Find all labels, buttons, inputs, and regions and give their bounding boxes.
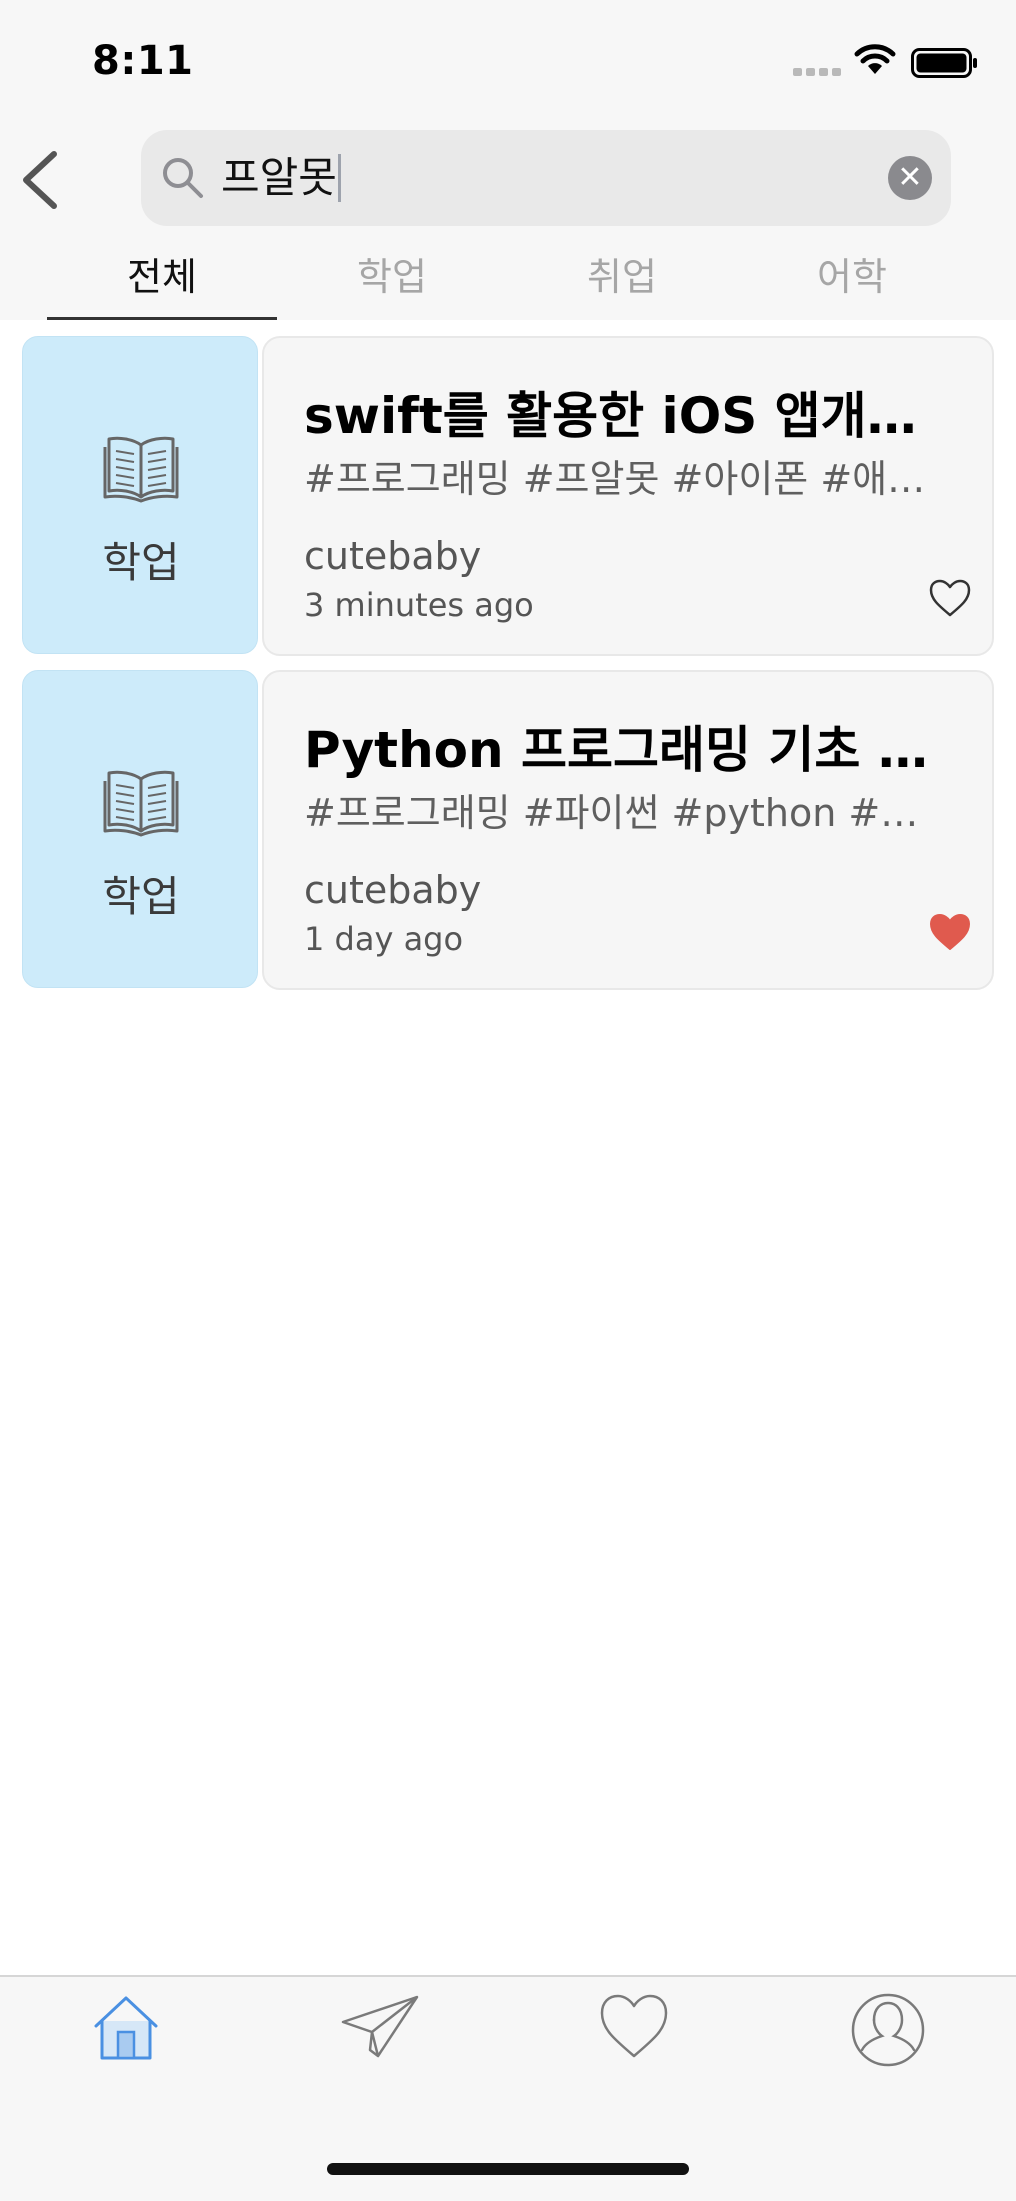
tab-label: 어학 [817,255,887,299]
post-title: swift를 활용한 iOS 앱개발 스터디 [304,387,934,445]
result-card[interactable]: Python 프로그래밍 기초 스터디 #프로그래밍 #파이썬 #python … [262,670,994,990]
home-icon[interactable] [90,1992,162,2064]
top-bar: 8:11 프알못 ✕ 전체 학업 취업 어학 [0,0,1016,320]
result-item[interactable]: 학업 Python 프로그래밍 기초 스터디 #프로그래밍 #파이썬 #pyth… [22,670,994,990]
battery-icon [911,48,977,78]
post-tags: #프로그래밍 #파이썬 #python #프알못 [304,791,934,835]
paper-plane-icon[interactable] [340,1992,420,2062]
post-author: cutebaby [304,534,482,578]
back-button[interactable] [18,150,62,210]
tab-label: 전체 [127,255,197,299]
profile-icon[interactable] [850,1992,926,2068]
post-time: 1 day ago [304,920,464,958]
result-card[interactable]: swift를 활용한 iOS 앱개발 스터디 #프로그래밍 #프알못 #아이폰 … [262,336,994,656]
search-bar[interactable]: 프알못 ✕ [141,130,951,226]
tab-employment[interactable]: 취업 [507,246,737,320]
result-item[interactable]: 학업 swift를 활용한 iOS 앱개발 스터디 #프로그래밍 #프알못 #아… [22,336,994,656]
open-book-icon [103,436,179,503]
category-thumbnail: 학업 [22,670,258,988]
home-indicator [327,2163,689,2175]
category-tabs: 전체 학업 취업 어학 [0,246,1016,320]
category-label: 학업 [102,538,180,587]
wifi-icon [854,44,896,74]
category-thumbnail: 학업 [22,336,258,654]
like-heart-icon[interactable] [928,578,972,618]
search-query-text: 프알못 [221,153,337,202]
liked-heart-icon[interactable] [928,912,972,952]
post-title: Python 프로그래밍 기초 스터디 [304,721,934,779]
search-icon [163,158,203,198]
tab-language[interactable]: 어학 [737,246,967,320]
open-book-icon [103,770,179,837]
cellular-signal-icon [793,68,841,76]
search-input[interactable]: 프알못 [221,150,341,206]
status-time: 8:11 [92,38,194,84]
tab-label: 취업 [587,255,657,299]
heart-icon[interactable] [598,1992,670,2062]
post-author: cutebaby [304,868,482,912]
tab-all[interactable]: 전체 [47,246,277,320]
post-time: 3 minutes ago [304,586,534,624]
post-tags: #프로그래밍 #프알못 #아이폰 #애플 #swift [304,457,934,501]
category-label: 학업 [102,872,180,921]
clear-search-button[interactable]: ✕ [888,156,932,200]
tab-label: 학업 [357,255,427,299]
text-cursor [337,153,341,202]
active-tab-underline [47,317,277,320]
tab-academic[interactable]: 학업 [277,246,507,320]
